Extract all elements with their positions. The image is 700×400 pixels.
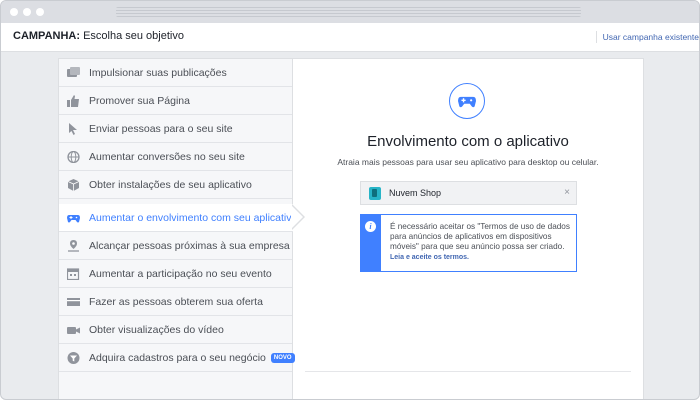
remove-app-icon[interactable]: ×: [564, 187, 570, 198]
objective-boost-posts[interactable]: Impulsionar suas publicações: [59, 59, 292, 87]
app-name: Nuvem Shop: [389, 188, 442, 198]
objective-website-conversions[interactable]: Aumentar conversões no seu site: [59, 143, 292, 171]
objective-list: Impulsionar suas publicações Promover su…: [59, 59, 297, 399]
objective-offer-claims[interactable]: Fazer as pessoas obterem sua oferta: [59, 288, 292, 316]
browser-window: CAMPANHA: Escolha seu objetivo Usar camp…: [0, 0, 700, 400]
use-existing-campaign-link[interactable]: Usar campanha existente: [595, 31, 699, 43]
map-pin-icon: [67, 240, 80, 252]
objective-description: Atraia mais pessoas para usar seu aplica…: [337, 157, 599, 167]
objective-event-responses[interactable]: Aumentar a participação no seu evento: [59, 260, 292, 288]
objective-label: Obter visualizações do vídeo: [89, 324, 224, 336]
gamepad-icon: [67, 212, 80, 224]
objective-label: Fazer as pessoas obterem sua oferta: [89, 296, 263, 308]
notice-message: É necessário aceitar os "Termos de uso d…: [390, 222, 570, 251]
objective-label: Adquira cadastros para o seu negócio NOVO: [89, 352, 295, 364]
browser-chrome: [1, 1, 699, 24]
objective-promote-page[interactable]: Promover sua Página: [59, 87, 292, 115]
new-badge: NOVO: [270, 353, 295, 364]
objective-label: Escolha seu objetivo: [80, 30, 184, 42]
objective-website-traffic[interactable]: Enviar pessoas para o seu site: [59, 115, 292, 143]
accept-terms-link[interactable]: Leia e aceite os termos.: [390, 254, 469, 261]
objective-label: Obter instalações de seu aplicativo: [89, 179, 252, 191]
objective-local-awareness[interactable]: Alcançar pessoas próximas à sua empresa: [59, 232, 292, 260]
window-dot-close[interactable]: [10, 8, 18, 16]
objective-label: Aumentar o envolvimento com seu aplicati…: [89, 212, 298, 224]
box-icon: [67, 179, 80, 191]
info-icon: i: [365, 221, 376, 232]
page-title: CAMPANHA: Escolha seu objetivo: [13, 30, 184, 42]
campaign-label: CAMPANHA:: [13, 30, 81, 42]
objective-label: Alcançar pessoas próximas à sua empresa: [89, 240, 290, 252]
objective-panel: Impulsionar suas publicações Promover su…: [58, 58, 644, 399]
objective-label: Aumentar conversões no seu site: [89, 151, 245, 163]
notice-bar: i: [361, 215, 381, 271]
objective-icon-circle: [449, 83, 485, 119]
selected-app-field[interactable]: Nuvem Shop ×: [360, 181, 577, 205]
objective-label: Impulsionar suas publicações: [89, 67, 227, 79]
globe-icon: [67, 150, 80, 164]
objective-label: Promover sua Página: [89, 95, 190, 107]
campaign-header: CAMPANHA: Escolha seu objetivo Usar camp…: [1, 23, 699, 52]
objective-detail: Envolvimento com o aplicativo Atraia mai…: [293, 59, 643, 399]
objective-app-installs[interactable]: Obter instalações de seu aplicativo: [59, 171, 292, 199]
thumbs-up-icon: [67, 95, 80, 107]
objective-lead-generation[interactable]: Adquira cadastros para o seu negócio NOVO: [59, 344, 295, 372]
video-camera-icon: [67, 324, 80, 336]
objective-label: Aumentar a participação no seu evento: [89, 268, 272, 280]
objective-label-text: Adquira cadastros para o seu negócio: [89, 352, 266, 364]
boost-posts-icon: [67, 67, 80, 79]
window-dot-maximize[interactable]: [36, 8, 44, 16]
objective-app-engagement[interactable]: Aumentar o envolvimento com seu aplicati…: [59, 204, 297, 232]
address-bar-placeholder: [116, 7, 581, 17]
terms-notice: i É necessário aceitar os "Termos de uso…: [360, 214, 577, 272]
gamepad-icon: [458, 96, 476, 108]
offer-icon: [67, 296, 80, 308]
footer-divider: [305, 371, 631, 372]
objective-title: Envolvimento com o aplicativo: [367, 133, 569, 150]
cursor-icon: [67, 123, 80, 135]
objective-video-views[interactable]: Obter visualizações do vídeo: [59, 316, 292, 344]
app-book-icon: [369, 187, 381, 200]
filter-icon: [67, 352, 80, 364]
objective-label: Enviar pessoas para o seu site: [89, 123, 233, 135]
calendar-icon: [66, 268, 80, 281]
notice-text: É necessário aceitar os "Termos de uso d…: [390, 222, 574, 263]
window-dot-minimize[interactable]: [23, 8, 31, 16]
